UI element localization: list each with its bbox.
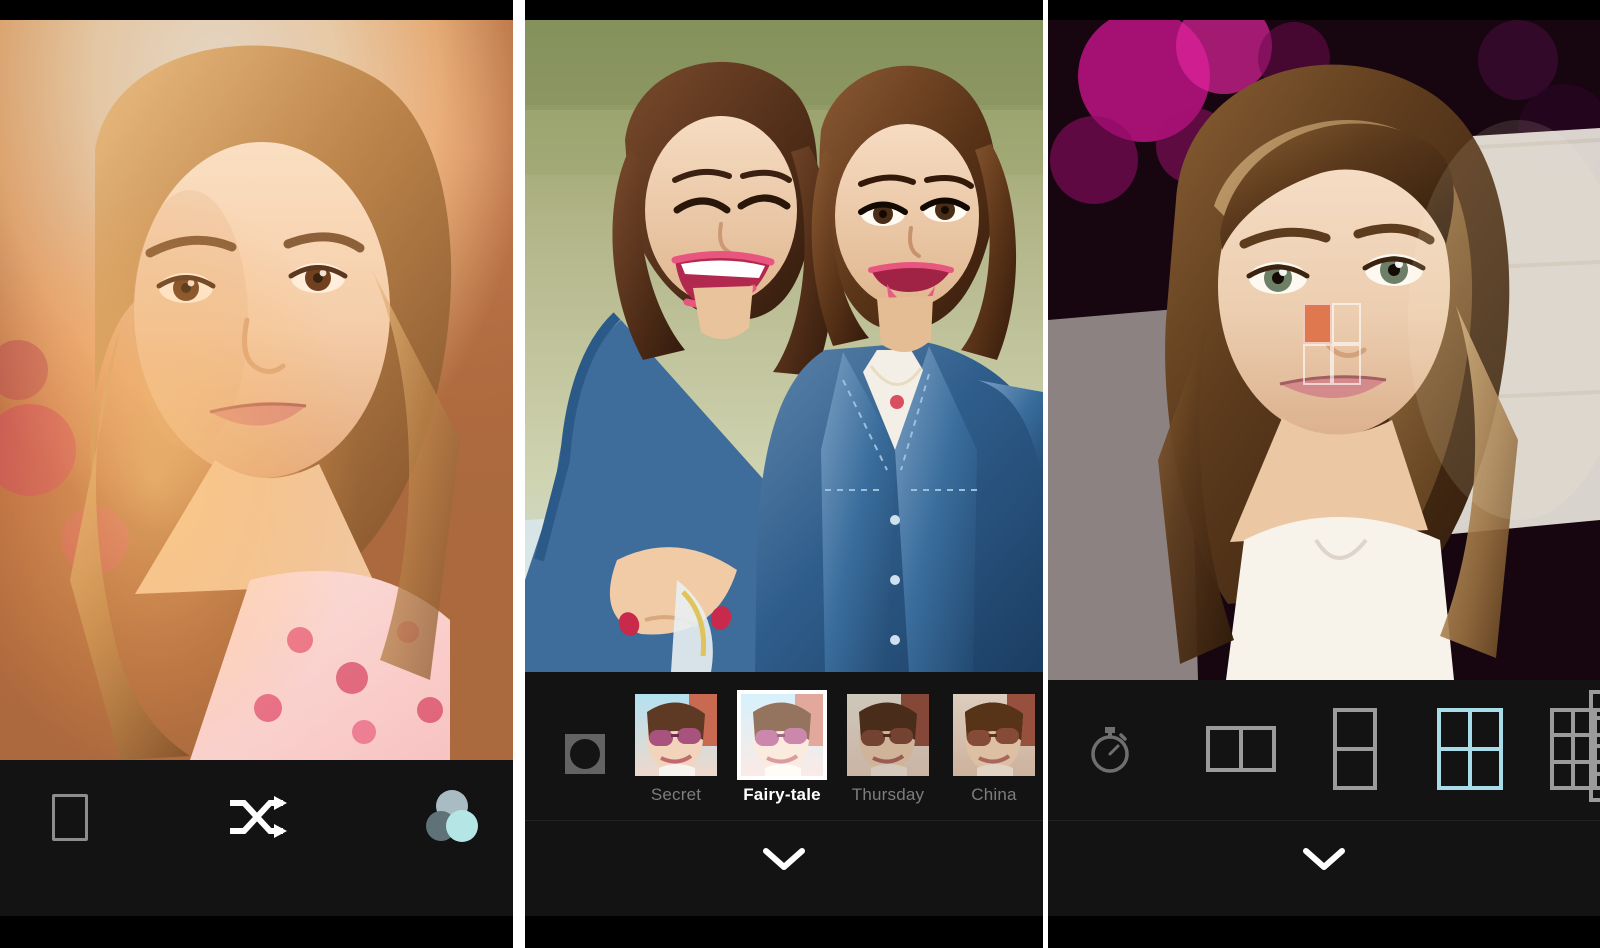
filter-thumbnail (949, 690, 1039, 780)
toolbar-divider (1048, 820, 1600, 821)
photo-preview-1[interactable] (0, 20, 513, 760)
grid-cell-bottom-left[interactable] (1303, 344, 1332, 385)
grid-cell-top-right[interactable] (1332, 303, 1361, 344)
panel2-toolbar: Secret (525, 672, 1043, 916)
original-filter-button[interactable] (555, 724, 615, 784)
layout-2x2-grid-icon (1437, 708, 1503, 790)
filter-thumb-image (741, 694, 823, 776)
timer-button[interactable] (1070, 710, 1150, 788)
layout-strip-icon (1589, 690, 1600, 802)
filter-thumb-image (635, 694, 717, 776)
photo-preview-2[interactable] (525, 20, 1043, 672)
layout-2x1-vertical-icon (1333, 708, 1377, 790)
color-filter-icon (426, 790, 482, 842)
filter-item[interactable]: Thursday (843, 690, 933, 805)
filter-thumbnail (843, 690, 933, 780)
panel-photo-preview (0, 0, 513, 948)
app-root: Secret (0, 0, 1600, 948)
filter-item[interactable]: Fairy-tale (737, 690, 827, 805)
filter-label: Fairy-tale (737, 785, 827, 805)
frame-icon (52, 794, 88, 841)
frame-button[interactable] (34, 786, 106, 848)
nav-bar (1048, 916, 1600, 948)
filter-thumb-image (953, 694, 1035, 776)
filter-label: Thursday (843, 785, 933, 805)
filter-item[interactable]: China (949, 690, 1039, 805)
face-grid-overlay-2x2[interactable] (1303, 303, 1361, 385)
filter-label: Secret (631, 785, 721, 805)
panel-filter-picker: Secret (525, 0, 1043, 948)
grid-cell-bottom-right[interactable] (1332, 344, 1361, 385)
shuffle-button[interactable] (220, 786, 298, 848)
filter-thumbnail (737, 690, 827, 780)
panel1-toolbar (0, 760, 513, 916)
filter-list[interactable]: Secret (631, 690, 1043, 805)
status-bar (1048, 0, 1600, 20)
nav-bar (0, 916, 513, 948)
status-bar (525, 0, 1043, 20)
shuffle-icon (230, 795, 288, 839)
panel-layout-picker (1048, 0, 1600, 948)
chevron-down-icon (762, 846, 806, 872)
status-bar (0, 0, 513, 20)
original-filter-icon (565, 734, 605, 774)
filter-label: China (949, 785, 1039, 805)
toolbar-divider (525, 820, 1043, 821)
filter-thumb-image (847, 694, 929, 776)
collapse-layouts-button[interactable] (1279, 834, 1369, 884)
grid-cell-top-left[interactable] (1303, 303, 1332, 344)
layout-1x2-horizontal-button[interactable] (1188, 710, 1294, 788)
nav-bar (525, 916, 1043, 948)
filter-item[interactable]: Secret (631, 690, 721, 805)
collapse-filters-button[interactable] (739, 834, 829, 884)
layout-strip-button[interactable] (1576, 686, 1600, 806)
layout-1x2-horizontal-icon (1206, 726, 1276, 772)
layout-2x1-vertical-button[interactable] (1310, 696, 1400, 802)
timer-icon (1087, 724, 1133, 774)
layout-2x2-grid-button[interactable] (1420, 696, 1520, 802)
filter-thumbnail (631, 690, 721, 780)
panel-divider-1 (513, 0, 525, 948)
color-filter-button[interactable] (418, 784, 490, 848)
photo-2-image (525, 20, 1043, 672)
chevron-down-icon (1302, 846, 1346, 872)
panel3-toolbar (1048, 680, 1600, 916)
photo-1-image (0, 20, 513, 760)
